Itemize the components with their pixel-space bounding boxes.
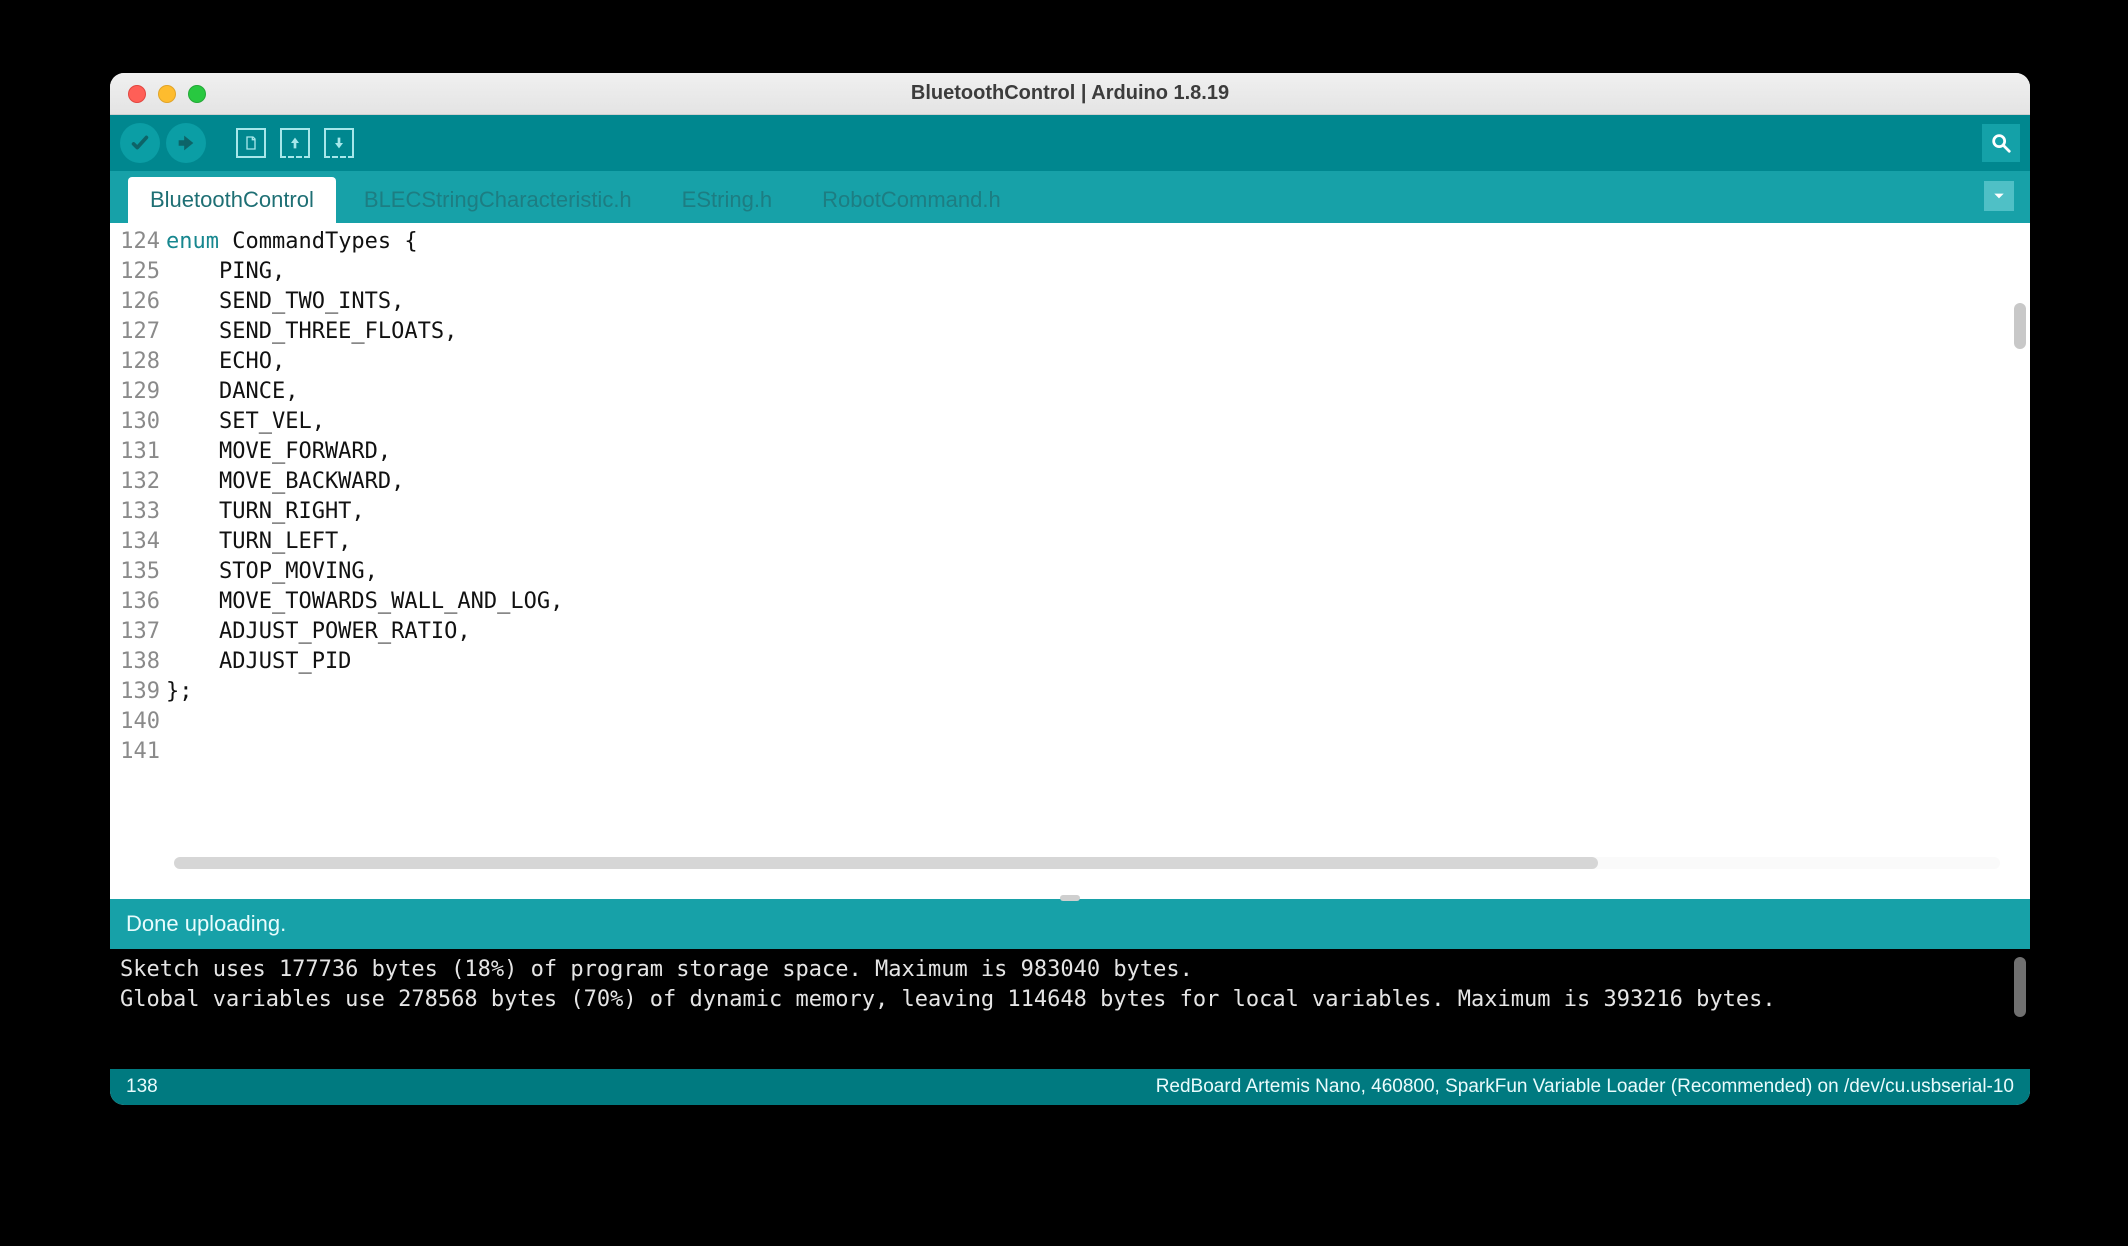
- console-line: Sketch uses 177736 bytes (18%) of progra…: [120, 957, 1193, 982]
- line-number: 136: [110, 587, 166, 617]
- code-line[interactable]: PING,: [166, 257, 2030, 287]
- verify-button[interactable]: [120, 123, 160, 163]
- vertical-scrollbar[interactable]: [2014, 303, 2026, 349]
- upload-button[interactable]: [166, 123, 206, 163]
- status-message-text: Done uploading.: [126, 911, 286, 937]
- horizontal-scrollbar[interactable]: [174, 857, 2000, 869]
- open-sketch-button[interactable]: [276, 123, 314, 163]
- tab-label: EString.h: [682, 187, 773, 212]
- toolbar: [110, 115, 2030, 171]
- code-line[interactable]: STOP_MOVING,: [166, 557, 2030, 587]
- code-line[interactable]: ECHO,: [166, 347, 2030, 377]
- tab-blecstringcharacteristic[interactable]: BLECStringCharacteristic.h: [342, 177, 654, 223]
- window-title: BluetoothControl | Arduino 1.8.19: [110, 82, 2030, 105]
- tab-estring[interactable]: EString.h: [660, 177, 795, 223]
- code-line[interactable]: ADJUST_POWER_RATIO,: [166, 617, 2030, 647]
- line-number: 132: [110, 467, 166, 497]
- code-line[interactable]: };: [166, 677, 2030, 707]
- tab-label: RobotCommand.h: [822, 187, 1001, 212]
- build-output-console[interactable]: Sketch uses 177736 bytes (18%) of progra…: [110, 949, 2030, 1069]
- tab-bluetoothcontrol[interactable]: BluetoothControl: [128, 177, 336, 223]
- tab-menu-dropdown[interactable]: [1984, 181, 2014, 211]
- line-number: 125: [110, 257, 166, 287]
- code-line[interactable]: SEND_THREE_FLOATS,: [166, 317, 2030, 347]
- line-number: 128: [110, 347, 166, 377]
- line-number: 126: [110, 287, 166, 317]
- code-line[interactable]: MOVE_FORWARD,: [166, 437, 2030, 467]
- titlebar: BluetoothControl | Arduino 1.8.19: [110, 73, 2030, 115]
- console-line: Global variables use 278568 bytes (70%) …: [120, 987, 1776, 1012]
- line-number: 137: [110, 617, 166, 647]
- chevron-down-icon: [1992, 189, 2006, 203]
- code-line[interactable]: MOVE_TOWARDS_WALL_AND_LOG,: [166, 587, 2030, 617]
- line-number: 139: [110, 677, 166, 707]
- code-line[interactable]: TURN_LEFT,: [166, 527, 2030, 557]
- tab-label: BLECStringCharacteristic.h: [364, 187, 632, 212]
- tab-label: BluetoothControl: [150, 187, 314, 212]
- code-line[interactable]: SET_VEL,: [166, 407, 2030, 437]
- arduino-ide-window: BluetoothControl | Arduino 1.8.19: [110, 73, 2030, 1105]
- cursor-line-indicator: 138: [126, 1076, 158, 1098]
- line-number: 138: [110, 647, 166, 677]
- code-line[interactable]: DANCE,: [166, 377, 2030, 407]
- console-scrollbar[interactable]: [2014, 957, 2026, 1017]
- line-number: 129: [110, 377, 166, 407]
- footer-bar: 138 RedBoard Artemis Nano, 460800, Spark…: [110, 1069, 2030, 1105]
- board-port-info: RedBoard Artemis Nano, 460800, SparkFun …: [1156, 1076, 2014, 1098]
- code-line[interactable]: MOVE_BACKWARD,: [166, 467, 2030, 497]
- line-number: 135: [110, 557, 166, 587]
- save-sketch-button[interactable]: [320, 123, 358, 163]
- line-number: 133: [110, 497, 166, 527]
- tab-robotcommand[interactable]: RobotCommand.h: [800, 177, 1023, 223]
- line-number: 127: [110, 317, 166, 347]
- line-number: 124: [110, 227, 166, 257]
- tab-bar: BluetoothControl BLECStringCharacteristi…: [110, 171, 2030, 223]
- line-number-gutter: 1241251261271281291301311321331341351361…: [110, 223, 166, 875]
- new-sketch-button[interactable]: [232, 123, 270, 163]
- code-line[interactable]: SEND_TWO_INTS,: [166, 287, 2030, 317]
- line-number: 131: [110, 437, 166, 467]
- code-line[interactable]: TURN_RIGHT,: [166, 497, 2030, 527]
- line-number: 130: [110, 407, 166, 437]
- code-editor[interactable]: 1241251261271281291301311321331341351361…: [110, 223, 2030, 875]
- code-line[interactable]: ADJUST_PID: [166, 647, 2030, 677]
- status-bar: Done uploading.: [110, 899, 2030, 949]
- line-number: 140: [110, 707, 166, 737]
- code-area[interactable]: enum CommandTypes { PING, SEND_TWO_INTS,…: [166, 223, 2030, 875]
- grip-icon: [1060, 895, 1080, 901]
- line-number: 134: [110, 527, 166, 557]
- editor-splitter[interactable]: [110, 875, 2030, 899]
- code-line[interactable]: enum CommandTypes {: [166, 227, 2030, 257]
- line-number: 141: [110, 737, 166, 767]
- serial-monitor-button[interactable]: [1982, 124, 2020, 162]
